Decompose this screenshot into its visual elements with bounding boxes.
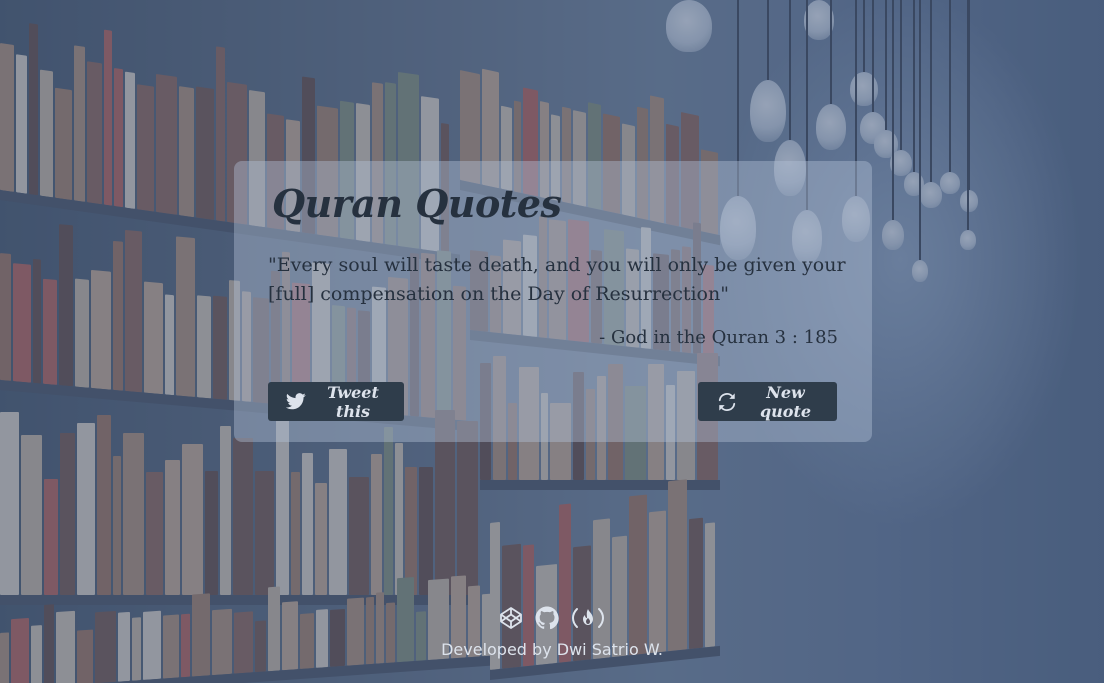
tweet-button-label: Tweet this	[327, 382, 379, 421]
freecodecamp-link[interactable]	[571, 606, 605, 630]
twitter-icon	[286, 393, 306, 410]
github-link[interactable]	[535, 606, 559, 630]
tweet-button[interactable]: Tweet this	[268, 382, 404, 421]
codepen-icon	[500, 607, 522, 629]
github-icon	[535, 606, 559, 630]
quote-text: "Every soul will taste death, and you wi…	[268, 254, 846, 305]
footer-links	[0, 606, 1104, 630]
new-quote-button[interactable]: New quote	[698, 382, 837, 421]
page-title: Quran Quotes	[272, 181, 562, 226]
developer-credit: Developed by Dwi Satrio W.	[441, 640, 663, 659]
freecodecamp-icon	[571, 608, 605, 628]
quote-source: - God in the Quran 3 : 185	[599, 327, 838, 348]
quote-card: Quran Quotes "Every soul will taste deat…	[234, 161, 872, 442]
refresh-icon	[718, 392, 736, 411]
codepen-link[interactable]	[499, 606, 523, 630]
new-quote-button-label: New quote	[759, 382, 812, 421]
